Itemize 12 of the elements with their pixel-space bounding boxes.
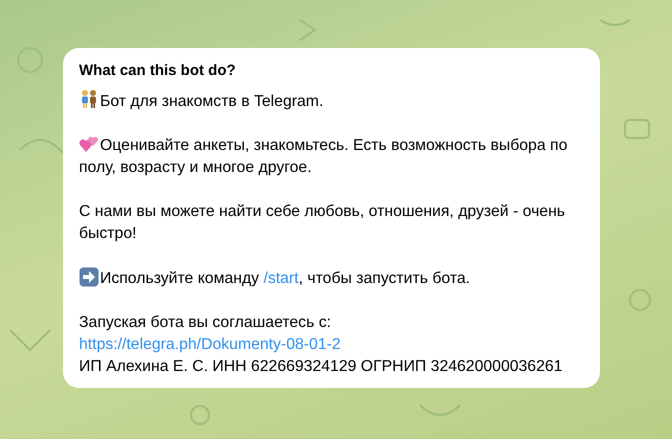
- card-title: What can this bot do?: [79, 62, 236, 79]
- message-text: Используйте команду /start, чтобы запустить бота.: [79, 267, 588, 290]
- message-text: ИП Алехина Е. С. ИНН 622669324129 ОГРНИП 324620000036261: [79, 357, 564, 377]
- arrow-right-icon: [79, 267, 99, 287]
- couple-icon: [79, 89, 99, 109]
- message-text: Запуская бота вы соглашаетесь с:: [79, 313, 332, 333]
- hearts-icon: [79, 135, 99, 153]
- document-link[interactable]: https://telegra.ph/Dokumenty-08-01-2: [79, 336, 341, 353]
- message-text: Бот для знакомств в Telegram.: [79, 89, 588, 113]
- message-text: С нами вы можете найти себе любовь, отношения, друзей - очень быстро!: [79, 202, 566, 244]
- command-link[interactable]: /start: [263, 270, 299, 287]
- message-text: Оценивайте анкеты, знакомьтесь. Есть возможность выбора по полу, возрасту и многое другое.: [79, 135, 568, 178]
